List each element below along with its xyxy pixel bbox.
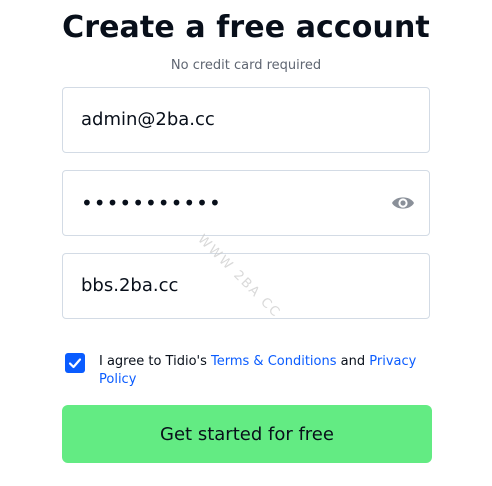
eye-icon[interactable]: [391, 192, 415, 214]
agreement-middle: and: [336, 354, 370, 369]
agreement-prefix: I agree to Tidio's: [99, 354, 212, 369]
email-field[interactable]: admin@2ba.cc: [62, 87, 430, 153]
agree-checkbox[interactable]: [65, 353, 85, 373]
get-started-button[interactable]: Get started for free: [62, 405, 432, 463]
page-title: Create a free account: [62, 10, 430, 45]
email-value: admin@2ba.cc: [81, 109, 215, 130]
checkmark-icon: [68, 358, 82, 369]
password-field[interactable]: •••••••••••: [62, 170, 430, 236]
signup-page: Create a free account No credit card req…: [0, 0, 492, 486]
website-value: bbs.2ba.cc: [81, 275, 179, 296]
agreement-text: I agree to Tidio's Terms & Conditions an…: [99, 353, 429, 389]
page-subtitle: No credit card required: [170, 58, 322, 73]
password-value: •••••••••••: [81, 191, 222, 215]
terms-link[interactable]: Terms & Conditions: [211, 354, 337, 369]
